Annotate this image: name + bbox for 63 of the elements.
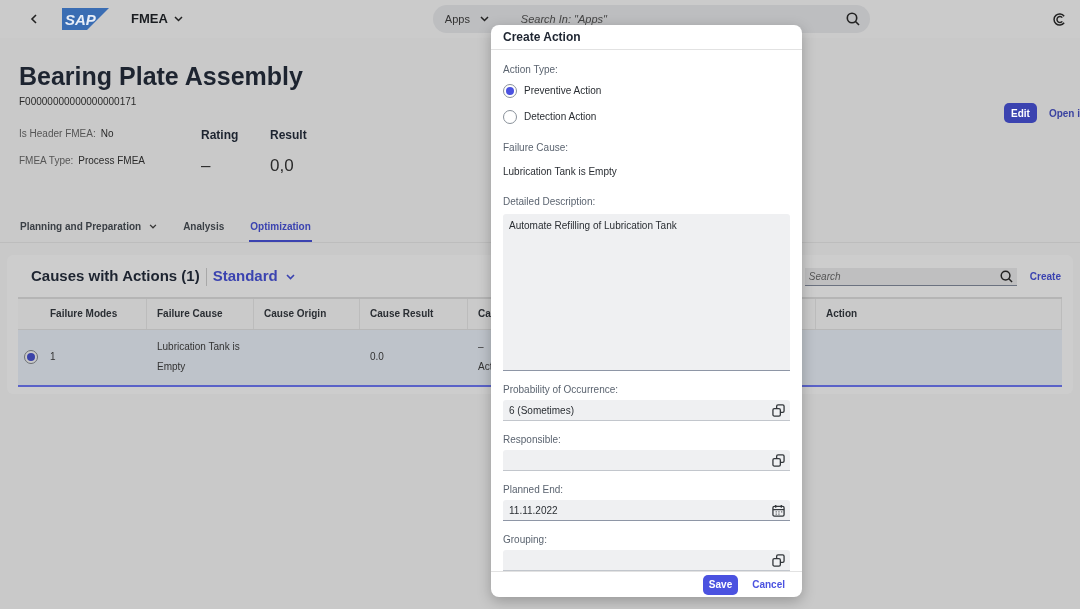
table-cell-text: Lubrication Tank is Empty xyxy=(156,340,241,374)
column-header: Failure Modes xyxy=(40,298,147,329)
date-field[interactable]: 11.11.2022 xyxy=(503,500,790,522)
value-help-icon xyxy=(772,553,785,567)
field-label: Probability of Occurrence: xyxy=(503,383,620,398)
field-value: Lubrication Tank is Empty xyxy=(503,165,618,180)
search-icon[interactable] xyxy=(999,269,1013,283)
radio-button[interactable] xyxy=(24,350,38,364)
calendar-icon xyxy=(772,503,785,517)
search-field[interactable]: Search In: "Apps" xyxy=(520,10,846,28)
caret-icon xyxy=(479,16,489,22)
object-id: F00000000000000000171 xyxy=(19,95,138,109)
tab[interactable]: Planning and Preparation xyxy=(19,213,159,242)
edit-button[interactable]: Edit xyxy=(1004,103,1037,123)
input-field[interactable] xyxy=(503,550,790,572)
logo: SAP xyxy=(62,8,109,30)
field-label: Action Type: xyxy=(503,63,559,78)
radio-button[interactable] xyxy=(503,83,517,98)
table-title: Causes with Actions (1) xyxy=(31,266,200,287)
header-link[interactable]: Open i xyxy=(1048,103,1080,123)
kpi-label: Result xyxy=(270,127,308,144)
kpi-label: Rating xyxy=(201,127,240,144)
table-cell-text: 1 xyxy=(49,350,57,364)
kpi-value: – xyxy=(201,155,212,177)
input-field[interactable]: 6 (Sometimes) xyxy=(503,400,790,422)
column-header: Cause Origin xyxy=(254,298,360,329)
variant-select[interactable]: Standard xyxy=(212,265,295,288)
column-header: Action xyxy=(816,298,1062,329)
table-search-field[interactable]: Search xyxy=(804,267,1017,286)
attribute-label: Is Header FMEA: xyxy=(19,127,96,141)
kpi-value: 0,0 xyxy=(270,155,295,177)
description-area[interactable]: Automate Refilling of Lubrication Tank xyxy=(503,214,790,372)
page-title: Bearing Plate Assembly xyxy=(19,62,304,90)
copilot-icon[interactable] xyxy=(1053,12,1066,26)
app-title-menu[interactable]: FMEA xyxy=(131,9,183,29)
field-label: Grouping: xyxy=(503,533,548,548)
attribute-value: Process FMEA xyxy=(78,154,145,168)
field-label: Failure Cause: xyxy=(503,141,570,156)
tab[interactable]: Optimization xyxy=(249,213,312,242)
cancel-button[interactable]: Cancel xyxy=(752,577,785,593)
field-label: Detailed Description: xyxy=(503,195,597,210)
value-help-icon xyxy=(772,453,785,467)
radio-label: Detection Action xyxy=(524,110,597,125)
value-help-icon xyxy=(772,403,785,417)
dialog-title: Create Action xyxy=(503,29,581,47)
attribute-value: No xyxy=(100,127,114,141)
field-label: Responsible: xyxy=(503,433,562,448)
search-icon[interactable] xyxy=(845,12,860,26)
table-cell-text: 0.0 xyxy=(369,350,385,364)
tab[interactable]: Analysis xyxy=(182,213,226,242)
scope-select[interactable]: Apps xyxy=(444,10,511,28)
save-button[interactable]: Save xyxy=(702,574,739,595)
back-icon[interactable] xyxy=(30,14,38,24)
caret-icon xyxy=(285,273,295,280)
attribute-label: FMEA Type: xyxy=(19,154,74,168)
radio-label: Preventive Action xyxy=(524,84,602,99)
field-label: Planned End: xyxy=(503,483,565,498)
column-header: Cause Result xyxy=(360,298,468,329)
caret-icon xyxy=(173,16,183,22)
column-header: Failure Cause xyxy=(147,298,254,329)
input-field[interactable] xyxy=(503,450,790,472)
radio-button[interactable] xyxy=(503,109,517,124)
create-link[interactable]: Create xyxy=(1029,269,1061,284)
